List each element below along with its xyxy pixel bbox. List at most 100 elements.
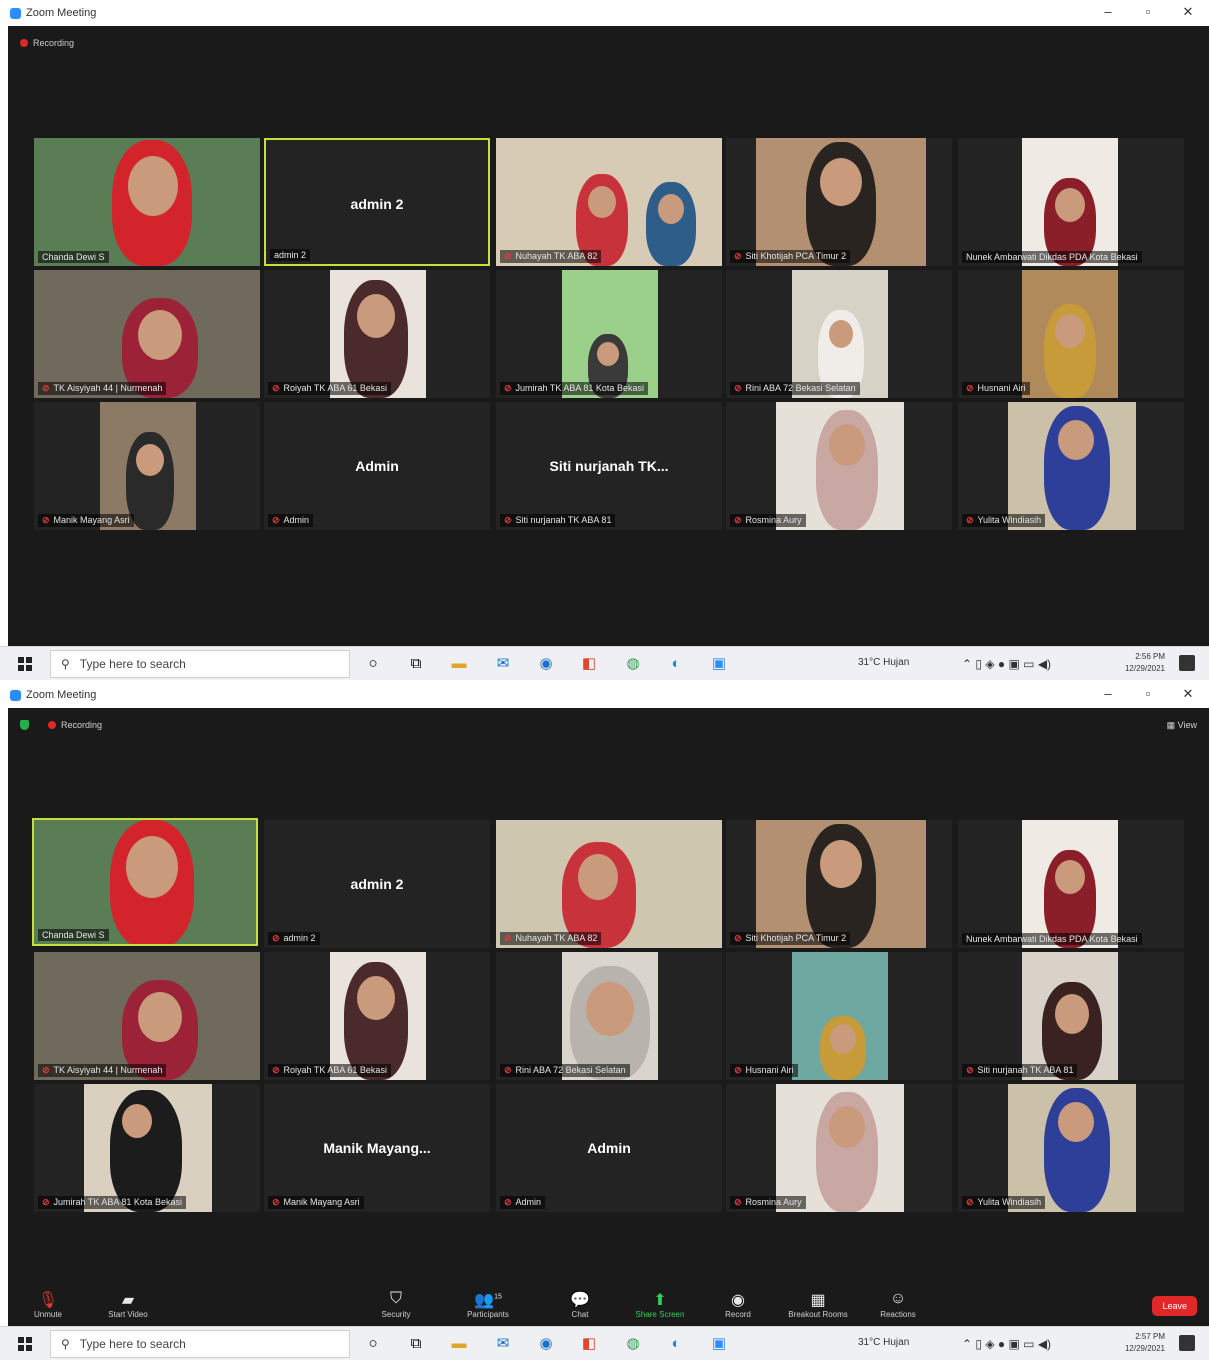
participant-tile[interactable]: Nunek Ambarwati Dikdas PDA Kota Bekasi [958, 138, 1184, 266]
participant-tile[interactable]: ⊘ Manik Mayang Asri [34, 402, 260, 530]
close-button[interactable]: ✕ [1176, 686, 1200, 702]
participant-name: Nuhayah TK ABA 82 [515, 251, 598, 261]
zoom-taskbar-icon[interactable]: ▣ [708, 654, 730, 674]
participant-tile[interactable]: Chanda Dewi S [34, 138, 260, 266]
participant-tile[interactable]: ⊘ Jumirah TK ABA 81 Kota Bekasi [496, 270, 722, 398]
chat-bubble-icon: 💬 [570, 1292, 590, 1309]
participant-name: admin 2 [283, 933, 316, 943]
zoom-taskbar-icon[interactable]: ▣ [708, 1334, 730, 1354]
security-label: Security [381, 1310, 411, 1319]
chrome-icon[interactable]: ◍ [622, 1334, 644, 1354]
participant-tile[interactable]: ⊘ Nuhayah TK ABA 82 [496, 138, 722, 266]
view-button[interactable]: ▦ View [1167, 720, 1197, 731]
participant-tile[interactable]: Admin ⊘ Admin [264, 402, 490, 530]
office-icon[interactable]: ◧ [578, 654, 600, 674]
restore-button[interactable]: ▫ [1136, 686, 1160, 701]
system-tray-icons[interactable]: ⌃ ▯ ◈ ● ▣ ▭ ◀) [962, 657, 1051, 671]
participants-button[interactable]: 👥15 Participants [448, 1290, 528, 1319]
recording-label: Recording [61, 720, 103, 730]
office-icon[interactable]: ◧ [578, 1334, 600, 1354]
participant-tile[interactable]: ⊘ TK Aisyiyah 44 | Nurmenah [34, 270, 260, 398]
breakout-rooms-button[interactable]: ▦ Breakout Rooms [778, 1290, 858, 1319]
task-view-icon[interactable]: ⧉ [405, 654, 427, 674]
security-button[interactable]: ⛉ Security [356, 1290, 436, 1319]
reactions-button[interactable]: ☺ Reactions [858, 1290, 938, 1319]
notifications-icon[interactable] [1179, 1335, 1195, 1351]
share-screen-button[interactable]: ⬆ Share Screen [620, 1290, 700, 1319]
windows-store-icon[interactable]: ◉ [535, 654, 557, 674]
taskbar-search-box[interactable]: ⚲ Type here to search [50, 650, 350, 678]
minimize-button[interactable]: – [1096, 686, 1120, 701]
participant-display-name: admin 2 [350, 876, 404, 892]
security-shield-icon[interactable] [20, 720, 29, 730]
participant-tile[interactable]: ⊘ Jumirah TK ABA 81 Kota Bekasi [34, 1084, 260, 1212]
participant-tile[interactable]: ⊘ Siti Khotijah PCA Timur 2 [726, 820, 952, 948]
participant-tile-active-speaker[interactable]: Chanda Dewi S [32, 818, 258, 946]
zoom-screenshot-1: Zoom Meeting – ▫ ✕ Recording Chanda Dewi… [0, 0, 1209, 682]
participant-tile[interactable]: Admin ⊘ Admin [496, 1084, 722, 1212]
taskbar-clock[interactable]: 2:57 PM 12/29/2021 [1125, 1331, 1165, 1355]
edge-icon[interactable]: ◐ [665, 1334, 687, 1354]
participant-name: Rosmina Aury [745, 515, 802, 525]
participant-tile[interactable]: ⊘ Rini ABA 72 Bekasi Selatan [726, 270, 952, 398]
mail-icon[interactable]: ✉ [492, 1334, 514, 1354]
task-view-icon[interactable]: ⧉ [405, 1334, 427, 1354]
muted-mic-icon: ⊘ [734, 515, 742, 525]
notifications-icon[interactable] [1179, 655, 1195, 671]
participant-tile[interactable]: ⊘ Yulita Windiasih [958, 1084, 1184, 1212]
participant-tile[interactable]: ⊘ Rosmina Aury [726, 1084, 952, 1212]
participant-tile[interactable]: ⊘ TK Aisyiyah 44 | Nurmenah [34, 952, 260, 1080]
weather-indicator[interactable]: 31°C Hujan [858, 1337, 909, 1348]
file-explorer-icon[interactable]: ▬ [448, 1334, 470, 1354]
record-dot-icon [48, 721, 56, 729]
participant-tile[interactable]: ⊘ Siti Khotijah PCA Timur 2 [726, 138, 952, 266]
cortana-icon[interactable]: ○ [362, 654, 384, 674]
participant-tile[interactable]: ⊘ Rini ABA 72 Bekasi Selatan [496, 952, 722, 1080]
participant-name: Rosmina Aury [745, 1197, 802, 1207]
taskbar-clock[interactable]: 2:56 PM 12/29/2021 [1125, 651, 1165, 675]
participant-tile[interactable]: Nunek Ambarwati Dikdas PDA Kota Bekasi [958, 820, 1184, 948]
muted-mic-icon: ⊘ [966, 1065, 974, 1075]
participant-tile[interactable]: ⊘ Rosmina Aury [726, 402, 952, 530]
minimize-button[interactable]: – [1096, 4, 1120, 19]
participant-name: Nunek Ambarwati Dikdas PDA Kota Bekasi [966, 934, 1138, 944]
participant-tile[interactable]: Siti nurjanah TK... ⊘ Siti nurjanah TK AB… [496, 402, 722, 530]
chat-button[interactable]: 💬 Chat [540, 1290, 620, 1319]
mail-icon[interactable]: ✉ [492, 654, 514, 674]
participant-name: Husnani Airi [977, 383, 1026, 393]
participant-tile[interactable]: ⊘ Roiyah TK ABA 61 Bekasi [264, 270, 490, 398]
close-button[interactable]: ✕ [1176, 4, 1200, 20]
participant-tile[interactable]: Manik Mayang... ⊘ Manik Mayang Asri [264, 1084, 490, 1212]
unmute-button[interactable]: 🎙 Unmute [8, 1290, 88, 1319]
participant-tile[interactable]: ⊘ Roiyah TK ABA 61 Bekasi [264, 952, 490, 1080]
participant-name: Nuhayah TK ABA 82 [515, 933, 598, 943]
participant-tile[interactable]: ⊘ Yulita Windiasih [958, 402, 1184, 530]
cortana-icon[interactable]: ○ [362, 1334, 384, 1354]
windows-start-icon[interactable] [18, 657, 32, 671]
participant-tile[interactable]: admin 2 ⊘ admin 2 [264, 820, 490, 948]
participant-tile[interactable]: ⊘ Nuhayah TK ABA 82 [496, 820, 722, 948]
muted-mic-icon: ⊘ [966, 515, 974, 525]
participant-tile[interactable]: ⊘ Husnani Airi [726, 952, 952, 1080]
shield-icon: ⛉ [389, 1290, 402, 1307]
share-screen-label: Share Screen [635, 1310, 685, 1319]
windows-taskbar: ⚲ Type here to search ○ ⧉ ▬ ✉ ◉ ◧ ◍ ◐ ▣ … [0, 646, 1209, 680]
start-video-button[interactable]: ▰ Start Video [88, 1290, 168, 1319]
restore-button[interactable]: ▫ [1136, 4, 1160, 19]
weather-indicator[interactable]: 31°C Hujan [858, 657, 909, 668]
participant-name: TK Aisyiyah 44 | Nurmenah [53, 1065, 163, 1075]
participant-tile-active-speaker[interactable]: admin 2 admin 2 [264, 138, 490, 266]
taskbar-search-box[interactable]: ⚲ Type here to search [50, 1330, 350, 1358]
file-explorer-icon[interactable]: ▬ [448, 654, 470, 674]
windows-store-icon[interactable]: ◉ [535, 1334, 557, 1354]
chrome-icon[interactable]: ◍ [622, 654, 644, 674]
system-tray-icons[interactable]: ⌃ ▯ ◈ ● ▣ ▭ ◀) [962, 1337, 1051, 1351]
participant-name: Manik Mayang Asri [283, 1197, 360, 1207]
windows-start-icon[interactable] [18, 1337, 32, 1351]
participant-tile[interactable]: ⊘ Siti nurjanah TK ABA 81 [958, 952, 1184, 1080]
edge-icon[interactable]: ◐ [665, 654, 687, 674]
leave-button[interactable]: Leave [1152, 1296, 1197, 1316]
record-button[interactable]: ◉ Record [698, 1290, 778, 1319]
muted-mic-icon: ⊘ [504, 383, 512, 393]
participant-tile[interactable]: ⊘ Husnani Airi [958, 270, 1184, 398]
